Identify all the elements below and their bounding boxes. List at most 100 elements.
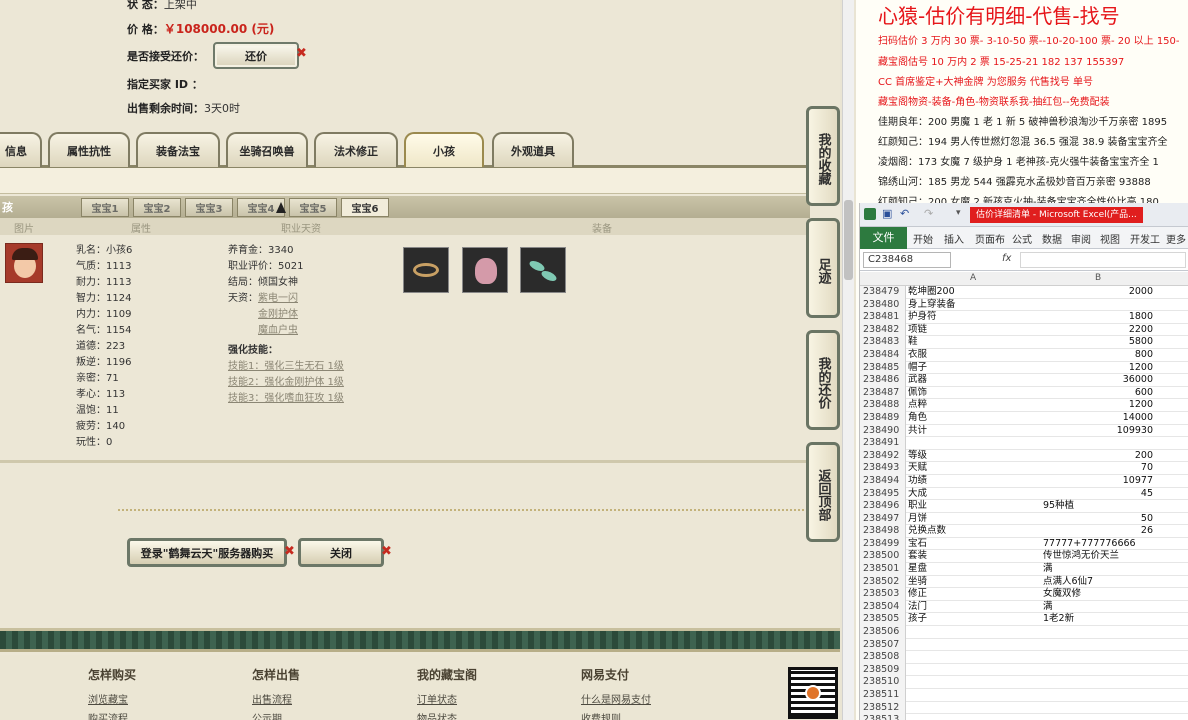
cell-b[interactable]: 满 <box>1043 563 1153 576</box>
table-row[interactable]: 238490 共计 109930 <box>860 424 1188 438</box>
ribbon-tab-page-layout[interactable]: 页面布 <box>975 231 1005 246</box>
footer-link[interactable]: 购买流程 <box>88 710 128 720</box>
equip-slot-pouch[interactable] <box>462 247 508 293</box>
footer-link[interactable]: 收费规则 <box>581 710 621 720</box>
table-row[interactable]: 238489 角色 14000 <box>860 411 1188 425</box>
cell-b[interactable]: 1800 <box>1043 311 1153 324</box>
cell-b[interactable]: 36000 <box>1043 374 1153 387</box>
table-row[interactable]: 238505 孩子 1老2新 <box>860 613 1188 627</box>
table-row[interactable]: 238510 <box>860 676 1188 689</box>
table-row[interactable]: 238486 武器 36000 <box>860 374 1188 387</box>
vertical-scrollbar[interactable] <box>842 0 854 720</box>
ribbon-tab-view[interactable]: 视图 <box>1100 231 1120 246</box>
table-row[interactable]: 238511 <box>860 689 1188 702</box>
tab-spell-correction[interactable]: 法术修正 <box>314 132 398 167</box>
cell-b[interactable]: 2000 <box>1043 286 1153 299</box>
subtab-baby5[interactable]: 宝宝5 <box>289 198 337 217</box>
footer-link[interactable]: 出售流程 <box>252 691 292 706</box>
table-row[interactable]: 238481 护身符 1800 <box>860 311 1188 324</box>
ribbon-tab-home[interactable]: 开始 <box>913 231 933 246</box>
cell-a[interactable]: 天赋 <box>908 462 1041 475</box>
cell-a[interactable]: 职业 <box>908 500 1041 513</box>
ribbon-tab-insert[interactable]: 插入 <box>944 231 964 246</box>
cell-b[interactable]: 女魔双修 <box>1043 588 1153 601</box>
counter-offer-button[interactable]: 还价 <box>213 42 299 69</box>
footer-link[interactable]: 订单状态 <box>417 691 457 706</box>
table-row[interactable]: 238492 等级 200 <box>860 449 1188 463</box>
sidebar-my-counteroffers[interactable]: 我的还价 <box>806 330 840 430</box>
cell-b[interactable]: 点满人6仙7 <box>1043 576 1153 589</box>
table-row[interactable]: 238499 宝石 77777+777776666 <box>860 537 1188 551</box>
cell-b[interactable]: 10977 <box>1043 475 1153 488</box>
login-buy-button[interactable]: 登录"鹤舞云天"服务器购买 <box>127 538 287 567</box>
table-row[interactable]: 238498 兑换点数 26 <box>860 525 1188 538</box>
table-row[interactable]: 238480 身上穿装备 <box>860 298 1188 312</box>
tab-child[interactable]: 小孩 <box>404 132 484 167</box>
tab-attributes[interactable]: 属性抗性 <box>48 132 130 167</box>
cell-a[interactable]: 衣服 <box>908 349 1041 362</box>
table-row[interactable]: 238487 佩饰 600 <box>860 386 1188 400</box>
table-row[interactable]: 238504 法门满 <box>860 600 1188 614</box>
cell-a[interactable]: 护身符 <box>908 311 1041 324</box>
cell-a[interactable]: 兑换点数 <box>908 525 1041 538</box>
cell-a[interactable]: 坐骑 <box>908 576 1041 589</box>
cell-b[interactable]: 800 <box>1043 349 1153 362</box>
cell-b[interactable]: 5800 <box>1043 336 1153 349</box>
tab-info[interactable]: 信息 <box>0 132 42 167</box>
cell-b[interactable]: 满 <box>1043 601 1153 614</box>
subtab-baby3[interactable]: 宝宝3 <box>185 198 233 217</box>
ribbon-tab-more[interactable]: 更多 <box>1166 231 1186 246</box>
footer-link[interactable]: 公示期 <box>252 710 282 720</box>
cell-a[interactable]: 宝石 <box>908 538 1041 551</box>
skill-link[interactable]: 技能2：强化金刚护体 1级 <box>228 375 344 391</box>
tab-appearance[interactable]: 外观道具 <box>492 132 574 167</box>
cell-a[interactable]: 身上穿装备 <box>908 299 1041 312</box>
tab-mounts[interactable]: 坐骑召唤兽 <box>226 132 308 167</box>
cell-b[interactable]: 109930 <box>1043 425 1153 438</box>
subtab-baby2[interactable]: 宝宝2 <box>133 198 181 217</box>
cell-b[interactable]: 70 <box>1043 462 1153 475</box>
cell-a[interactable]: 点粹 <box>908 399 1041 412</box>
spreadsheet-grid[interactable]: 238479 乾坤圈200 2000 238480 身上穿装备 238481 护身符 1800… <box>860 286 1188 720</box>
close-button[interactable]: 关闭 <box>298 538 384 567</box>
cell-b[interactable]: 1老2新 <box>1043 613 1153 626</box>
cell-a[interactable]: 武器 <box>908 374 1041 387</box>
name-box[interactable]: C238468 <box>863 252 951 268</box>
table-row[interactable]: 238485 帽子 1200 <box>860 361 1188 375</box>
table-row[interactable]: 238507 <box>860 638 1188 652</box>
sidebar-my-favorites[interactable]: 我的收藏 <box>806 106 840 206</box>
cell-b[interactable]: 50 <box>1043 513 1153 526</box>
fx-icon[interactable]: fx <box>1002 253 1011 264</box>
tab-equipment[interactable]: 装备法宝 <box>136 132 220 167</box>
cell-b[interactable]: 26 <box>1043 525 1153 538</box>
cell-a[interactable]: 修正 <box>908 588 1041 601</box>
table-row[interactable]: 238497 月饼 50 <box>860 512 1188 526</box>
table-row[interactable]: 238483 鞋 5800 <box>860 336 1188 349</box>
table-row[interactable]: 238500 套装 传世惊鸿无价天兰 <box>860 550 1188 564</box>
table-row[interactable]: 238495 大成 45 <box>860 487 1188 501</box>
cell-a[interactable]: 乾坤圈200 <box>908 286 1041 299</box>
cell-a[interactable]: 大成 <box>908 488 1041 501</box>
table-row[interactable]: 238506 <box>860 626 1188 639</box>
cell-a[interactable]: 帽子 <box>908 362 1041 375</box>
table-row[interactable]: 238496 职业 95种植 <box>860 500 1188 513</box>
cell-a[interactable]: 孩子 <box>908 613 1041 626</box>
skill-link[interactable]: 技能3：强化嗜血狂攻 1级 <box>228 391 344 407</box>
ribbon-tab-data[interactable]: 数据 <box>1042 231 1062 246</box>
cell-b[interactable]: 77777+777776666 <box>1043 538 1153 551</box>
table-row[interactable]: 238491 <box>860 437 1188 450</box>
cell-b[interactable]: 14000 <box>1043 412 1153 425</box>
cell-a[interactable]: 功绩 <box>908 475 1041 488</box>
cell-a[interactable]: 角色 <box>908 412 1041 425</box>
cell-a[interactable]: 月饼 <box>908 513 1041 526</box>
talent-link[interactable]: 金刚护体 <box>258 309 298 320</box>
table-row[interactable]: 238494 功绩 10977 <box>860 474 1188 488</box>
cell-b[interactable]: 600 <box>1043 387 1153 400</box>
cell-b[interactable]: 传世惊鸿无价天兰 <box>1043 550 1153 563</box>
cell-a[interactable]: 鞋 <box>908 336 1041 349</box>
skill-link[interactable]: 技能1：强化三生无石 1级 <box>228 359 344 375</box>
cell-b[interactable]: 1200 <box>1043 399 1153 412</box>
cell-a[interactable]: 项链 <box>908 324 1041 337</box>
tab-file[interactable]: 文件 <box>860 227 907 249</box>
subtab-baby6[interactable]: 宝宝6 <box>341 198 389 217</box>
